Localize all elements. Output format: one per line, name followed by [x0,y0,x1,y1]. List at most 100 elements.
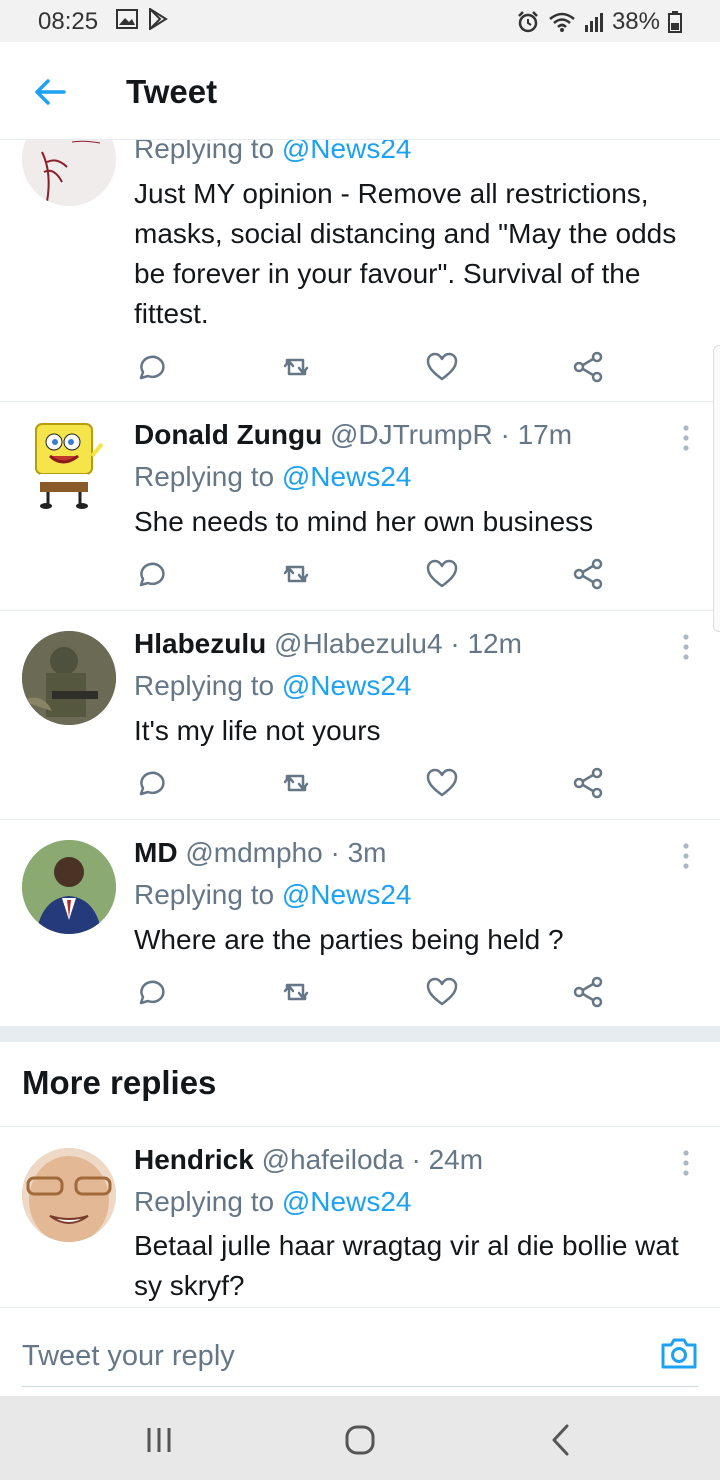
more-options-icon[interactable] [680,842,692,870]
system-nav-bar [0,1396,720,1480]
more-options-icon[interactable] [680,424,692,452]
avatar[interactable] [22,840,116,934]
author-name[interactable]: Hlabezulu [134,628,266,659]
author-handle[interactable]: @DJTrumpR [330,419,493,450]
tweet-actions [134,975,614,1009]
page-title: Tweet [126,73,218,110]
mention-link[interactable]: @News24 [282,461,412,492]
app-header: Tweet [0,42,720,140]
tweet-header: MD @mdmpho · 3m [134,837,387,869]
mention-link[interactable]: @News24 [282,879,412,910]
retweet-icon[interactable] [279,766,313,800]
reply-icon[interactable] [134,350,168,384]
avatar-image [35,423,104,509]
scrollbar-thumb[interactable] [713,345,720,632]
section-divider [0,1026,720,1042]
replying-label: Replying to [134,140,282,164]
share-icon[interactable] [571,350,605,384]
status-system-icons: 38% [516,8,682,36]
author-handle[interactable]: @mdmpho [185,837,322,868]
like-icon[interactable] [425,350,459,384]
back-arrow-icon[interactable] [30,72,70,112]
avatar-image [22,631,116,725]
avatar-image [22,840,116,934]
mention-link[interactable]: @News24 [282,670,412,701]
status-bar: 08:25 38% [0,0,720,42]
mention-link[interactable]: @News24 [282,140,412,164]
tweet-actions [134,557,614,591]
back-icon[interactable] [541,1420,581,1460]
avatar[interactable] [22,416,116,510]
avatar[interactable] [22,631,116,725]
home-icon[interactable] [340,1420,380,1460]
play-store-icon [149,8,168,30]
reply-input[interactable] [22,1326,698,1387]
replying-to: Replying to @News24 [134,1186,411,1218]
replying-label: Replying to [134,670,282,701]
retweet-icon[interactable] [279,557,313,591]
tweet-card[interactable]: Hendrick @hafeiloda · 24m Replying to @N… [0,1127,720,1307]
author-name[interactable]: Donald Zungu [134,419,322,450]
tweet-time: 24m [428,1144,484,1175]
replying-to: Replying to @News24 [134,140,411,165]
retweet-icon[interactable] [279,350,313,384]
share-icon[interactable] [571,766,605,800]
tweet-time: 12m [467,628,522,659]
replying-label: Replying to [134,879,282,910]
alarm-icon [518,11,538,33]
more-options-icon[interactable] [680,633,692,661]
avatar[interactable] [22,1148,116,1242]
mention-link[interactable]: @News24 [282,1186,412,1217]
avatar-image [22,140,116,206]
author-handle[interactable]: @Hlabezulu4 [274,628,443,659]
like-icon[interactable] [425,975,459,1009]
replying-label: Replying to [134,1186,282,1217]
tweet-header: Hendrick @hafeiloda · 24m [134,1144,483,1176]
retweet-icon[interactable] [279,975,313,1009]
camera-icon[interactable] [660,1336,698,1370]
status-notification-icons [116,8,168,30]
tweet-text: Betaal julle haar wragtag vir al die bol… [134,1230,679,1301]
author-handle[interactable]: @hafeiloda [262,1144,404,1175]
tweet-time: 3m [347,837,387,868]
reply-icon[interactable] [134,766,168,800]
replying-to: Replying to @News24 [134,670,411,702]
tweet-card[interactable]: Donald Zungu @DJTrumpR · 17m Replying to… [0,402,720,611]
more-replies-title: More replies [22,1064,217,1101]
like-icon[interactable] [425,557,459,591]
replying-to: Replying to @News24 [134,879,411,911]
share-icon[interactable] [571,557,605,591]
separator-dot: · [450,628,460,659]
author-name[interactable]: Hendrick [134,1144,254,1175]
tweet-card[interactable]: Hlabezulu @Hlabezulu4 · 12m Replying to … [0,611,720,820]
replying-label: Replying to [134,461,282,492]
like-icon[interactable] [425,766,459,800]
share-icon[interactable] [571,975,605,1009]
status-time: 08:25 [38,8,99,35]
author-name[interactable]: MD [134,837,178,868]
avatar-image [22,1148,116,1242]
separator-dot: · [500,419,510,450]
battery-percentage: 38% [611,8,660,35]
wifi-icon [549,12,575,32]
avatar[interactable] [22,140,116,206]
tweet-header: Hlabezulu @Hlabezulu4 · 12m [134,628,522,660]
tweet-header: Donald Zungu @DJTrumpR · 17m [134,419,572,451]
separator-dot: · [411,1144,421,1175]
tweet-text: Where are the parties being held ? [134,924,564,955]
reply-bar [0,1307,720,1396]
reply-feed[interactable]: Replying to @News24 Just MY opinion - Re… [0,140,720,1307]
tweet-card[interactable]: Replying to @News24 Just MY opinion - Re… [0,140,720,402]
tweet-actions [134,350,614,384]
reply-icon[interactable] [134,975,168,1009]
tweet-card[interactable]: MD @mdmpho · 3m Replying to @News24 Wher… [0,820,720,1026]
more-options-icon[interactable] [680,1149,692,1177]
tweet-text: It's my life not yours [134,715,381,746]
recent-apps-icon[interactable] [139,1420,179,1460]
reply-icon[interactable] [134,557,168,591]
tweet-text: She needs to mind her own business [134,506,594,537]
signal-icon [584,13,603,32]
tweet-time: 17m [517,419,573,450]
replying-to: Replying to @News24 [134,461,411,493]
image-notification-icon [116,9,138,29]
